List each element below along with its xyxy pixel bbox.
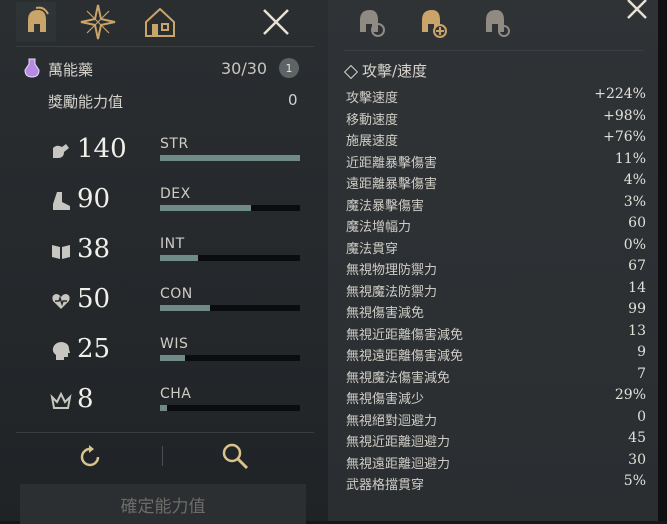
divider — [16, 432, 314, 433]
potion-name: 萬能藥 — [48, 61, 94, 79]
book-icon — [50, 240, 72, 262]
close-icon[interactable] — [624, 0, 650, 22]
stat-value-dex: 90 — [77, 184, 111, 214]
attribute-name: 無視物理防禦力 — [346, 263, 438, 278]
stat-bar-dex — [160, 205, 300, 211]
attribute-name: 無視傷害減少 — [346, 392, 425, 407]
attribute-value: 67 — [628, 258, 646, 274]
panel-edge — [658, 0, 667, 521]
attribute-name: 魔法貫穿 — [346, 241, 399, 257]
stat-bar-cha — [160, 405, 300, 411]
attribute-value: 9 — [637, 344, 646, 360]
stat-bar-con-fill — [160, 305, 211, 311]
attribute-name: 無視魔法傷害減免 — [346, 370, 451, 386]
helmet-gear-icon[interactable] — [352, 4, 388, 40]
stat-value-wis: 25 — [77, 334, 111, 364]
attribute-name: 施展速度 — [346, 134, 399, 149]
attribute-name: 攻擊速度 — [346, 91, 399, 106]
section-title-text: 攻擊/速度 — [362, 62, 428, 80]
attribute-value: 0 — [637, 408, 646, 425]
attribute-name: 魔法增幅力 — [346, 220, 412, 235]
attribute-name: 無視傷害減免 — [346, 306, 425, 321]
stat-label-con: CON — [160, 286, 193, 302]
attribute-value: 14 — [628, 279, 646, 296]
attribute-name: 無視遠距離傷害減免 — [346, 349, 464, 364]
attribute-value: 0% — [623, 236, 646, 253]
stat-bar-wis-fill — [160, 355, 186, 361]
stat-bar-int-fill — [160, 255, 198, 261]
heart-icon — [50, 290, 72, 312]
compass-star-icon[interactable] — [78, 2, 118, 42]
boot-icon — [50, 190, 72, 212]
attribute-value: 30 — [628, 451, 646, 468]
attribute-name: 無視近距離傷害減免 — [346, 327, 464, 343]
bonus-label: 獎勵能力值 — [48, 93, 124, 111]
attribute-value: 29% — [614, 387, 646, 403]
reset-icon[interactable] — [76, 443, 104, 471]
attribute-name: 魔法暴擊傷害 — [346, 198, 425, 214]
stat-bar-con — [160, 305, 300, 311]
attribute-value: 4% — [623, 172, 646, 188]
stat-value-int: 38 — [77, 234, 111, 264]
attribute-value: 11% — [614, 150, 646, 167]
helmet-plus-icon[interactable] — [414, 4, 450, 40]
stat-bar-str — [160, 155, 300, 161]
attribute-value: +98% — [603, 107, 646, 124]
divider — [344, 50, 644, 51]
magnifier-icon[interactable] — [220, 441, 250, 471]
divider — [162, 446, 163, 466]
stat-label-str: STR — [160, 136, 189, 152]
diamond-icon — [343, 64, 359, 79]
stat-bar-wis — [160, 355, 300, 361]
confirm-stats-button[interactable]: 確定能力值 — [20, 484, 306, 524]
attribute-name: 近距離暴擊傷害 — [346, 155, 438, 171]
head-icon — [50, 340, 72, 362]
attribute-value: 7 — [637, 365, 646, 382]
divider — [16, 46, 314, 47]
stat-bar-str-fill — [160, 155, 300, 161]
attribute-value: 5% — [623, 473, 646, 489]
strength-arm-icon — [50, 140, 72, 162]
attribute-name: 移動速度 — [346, 112, 399, 128]
potion-badge[interactable]: 1 — [279, 58, 299, 78]
attribute-name: 無視遠距離迴避力 — [346, 456, 451, 472]
helmet-shield-icon[interactable] — [478, 4, 514, 40]
attribute-value: +224% — [594, 86, 646, 102]
crown-icon — [50, 390, 72, 412]
helmet-icon[interactable] — [16, 2, 56, 42]
section-title: 攻擊/速度 — [343, 60, 428, 81]
attribute-name: 無視絕對迴避力 — [346, 413, 438, 429]
stat-label-wis: WIS — [160, 336, 189, 352]
stat-label-dex: DEX — [160, 186, 191, 202]
attribute-name: 無視近距離迴避力 — [346, 435, 451, 450]
attribute-value: 13 — [628, 322, 646, 339]
attribute-value: +76% — [603, 129, 646, 145]
potion-count: 30/30 — [221, 59, 268, 78]
stat-value-con: 50 — [77, 284, 111, 314]
stat-bar-cha-fill — [160, 405, 167, 411]
stat-label-int: INT — [160, 236, 185, 252]
bonus-value: 0 — [288, 91, 298, 109]
left-tab-bar — [0, 0, 328, 44]
potion-icon — [24, 58, 40, 78]
attribute-name: 無視魔法防禦力 — [346, 284, 438, 300]
attribute-value: 3% — [623, 193, 646, 210]
attribute-value: 45 — [628, 430, 646, 446]
close-icon[interactable] — [256, 2, 296, 42]
attribute-value: 60 — [628, 215, 646, 231]
attribute-value: 99 — [628, 301, 646, 317]
stat-bar-dex-fill — [160, 205, 251, 211]
attribute-detail-panel: 攻擊/速度 攻擊速度 +224% 移動速度 +98% 施展速度 +76% 近距離暴擊傷害 11… — [328, 0, 658, 521]
stat-value-str: 140 — [77, 134, 127, 164]
stat-value-cha: 8 — [77, 384, 94, 414]
attribute-name: 遠距離暴擊傷害 — [346, 177, 438, 192]
attribute-name: 武器格擋貫穿 — [346, 478, 425, 493]
stat-bar-int — [160, 255, 300, 261]
stat-label-cha: CHA — [160, 386, 192, 402]
house-icon[interactable] — [140, 2, 180, 42]
character-stats-panel: 萬能藥 30/30 1 獎勵能力值 0 140 STR 90 DEX 38 IN… — [0, 0, 328, 524]
